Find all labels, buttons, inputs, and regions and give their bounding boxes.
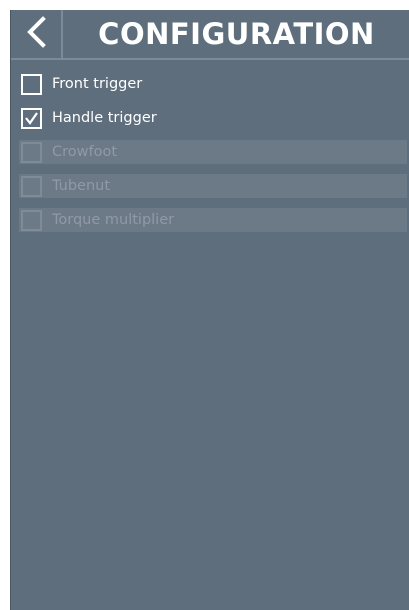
option-handle-trigger[interactable]: Handle trigger [19,106,407,130]
checkmark-icon [25,111,38,125]
checkbox[interactable] [21,175,42,197]
options-list: Front trigger Handle trigger Crowfoot Tu… [19,72,407,242]
option-front-trigger[interactable]: Front trigger [19,72,407,96]
back-button[interactable] [11,10,63,58]
configuration-panel: CONFIGURATION Front trigger Handle trigg… [10,10,409,610]
checkbox[interactable] [21,73,42,95]
header-bar: CONFIGURATION [11,10,409,60]
option-label: Crowfoot [52,144,118,160]
chevron-left-icon [25,15,47,53]
option-torque-multiplier[interactable]: Torque multiplier [19,208,407,232]
checkbox[interactable] [21,107,42,129]
option-label: Tubenut [52,178,111,194]
option-label: Handle trigger [52,110,157,126]
checkbox[interactable] [21,141,42,163]
option-crowfoot[interactable]: Crowfoot [19,140,407,164]
option-label: Front trigger [52,76,143,92]
option-tubenut[interactable]: Tubenut [19,174,407,198]
page-title: CONFIGURATION [98,17,375,51]
option-label: Torque multiplier [52,212,175,228]
checkbox[interactable] [21,209,42,231]
